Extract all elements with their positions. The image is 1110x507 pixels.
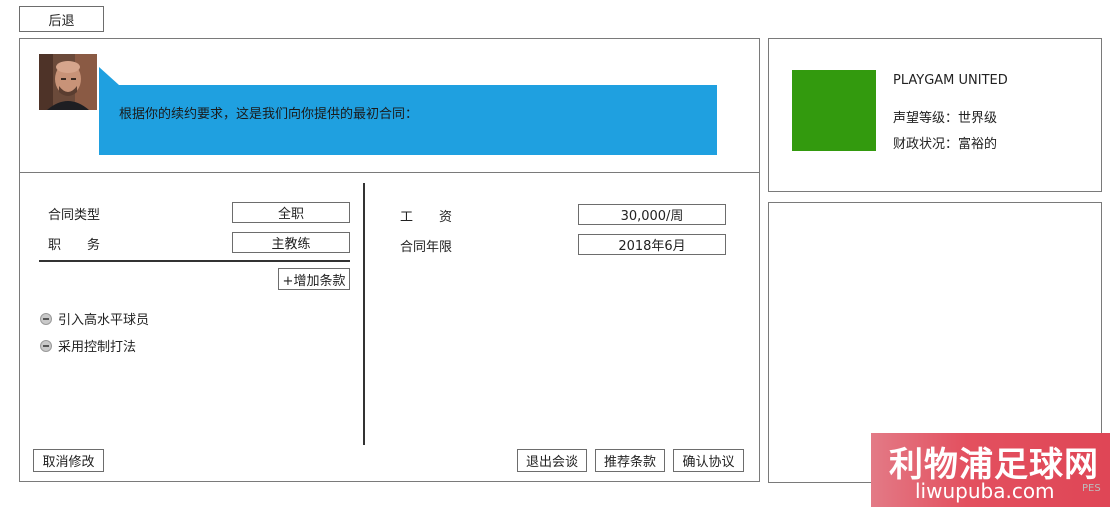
coach-portrait-image: [39, 54, 97, 110]
club-info-panel: PLAYGAM UNITED 声望等级：世界级 财政状况：富裕的: [768, 38, 1102, 192]
back-button[interactable]: 后退: [19, 6, 104, 32]
club-reputation: 声望等级：世界级: [893, 111, 998, 126]
confirm-agreement-button[interactable]: 确认协议: [673, 449, 744, 472]
panel-divider: [363, 183, 365, 445]
add-clause-button[interactable]: +增加条款: [278, 268, 350, 290]
watermark-url: liwupuba.com: [915, 479, 1055, 503]
salary-field[interactable]: 30,000/周: [578, 204, 726, 225]
club-badge: [792, 70, 876, 151]
clause-label: 采用控制打法: [58, 340, 137, 355]
speech-bubble-tail: [99, 67, 119, 85]
contract-panel: 合同类型 全职 职 务 主教练 +增加条款 引入高水平球员 采用控制打法 工 资…: [19, 172, 760, 482]
clause-label: 引入高水平球员: [58, 313, 150, 328]
minus-circle-icon[interactable]: [40, 312, 52, 325]
club-finance: 财政状况：富裕的: [893, 137, 998, 152]
minus-circle-icon[interactable]: [40, 339, 52, 352]
cancel-changes-button[interactable]: 取消修改: [33, 449, 104, 472]
avatar: [39, 54, 97, 110]
speech-bubble: 根据你的续约要求，这是我们向你提供的最初合同：: [99, 85, 717, 155]
watermark-side-text: PES: [1082, 483, 1101, 494]
role-label: 职 务: [48, 238, 101, 253]
term-field[interactable]: 2018年6月: [578, 234, 726, 255]
role-field[interactable]: 主教练: [232, 232, 350, 253]
clause-item[interactable]: 采用控制打法: [40, 336, 136, 355]
message-panel: 根据你的续约要求，这是我们向你提供的最初合同：: [19, 38, 760, 173]
contract-type-label: 合同类型: [48, 208, 101, 223]
contract-type-field[interactable]: 全职: [232, 202, 350, 223]
message-text: 根据你的续约要求，这是我们向你提供的最初合同：: [119, 107, 419, 122]
clause-separator: [39, 260, 350, 262]
club-name: PLAYGAM UNITED: [893, 73, 1008, 88]
salary-label: 工 资: [400, 210, 453, 225]
clause-item[interactable]: 引入高水平球员: [40, 309, 149, 328]
term-label: 合同年限: [400, 240, 453, 255]
recommend-terms-button[interactable]: 推荐条款: [595, 449, 665, 472]
exit-talks-button[interactable]: 退出会谈: [517, 449, 587, 472]
